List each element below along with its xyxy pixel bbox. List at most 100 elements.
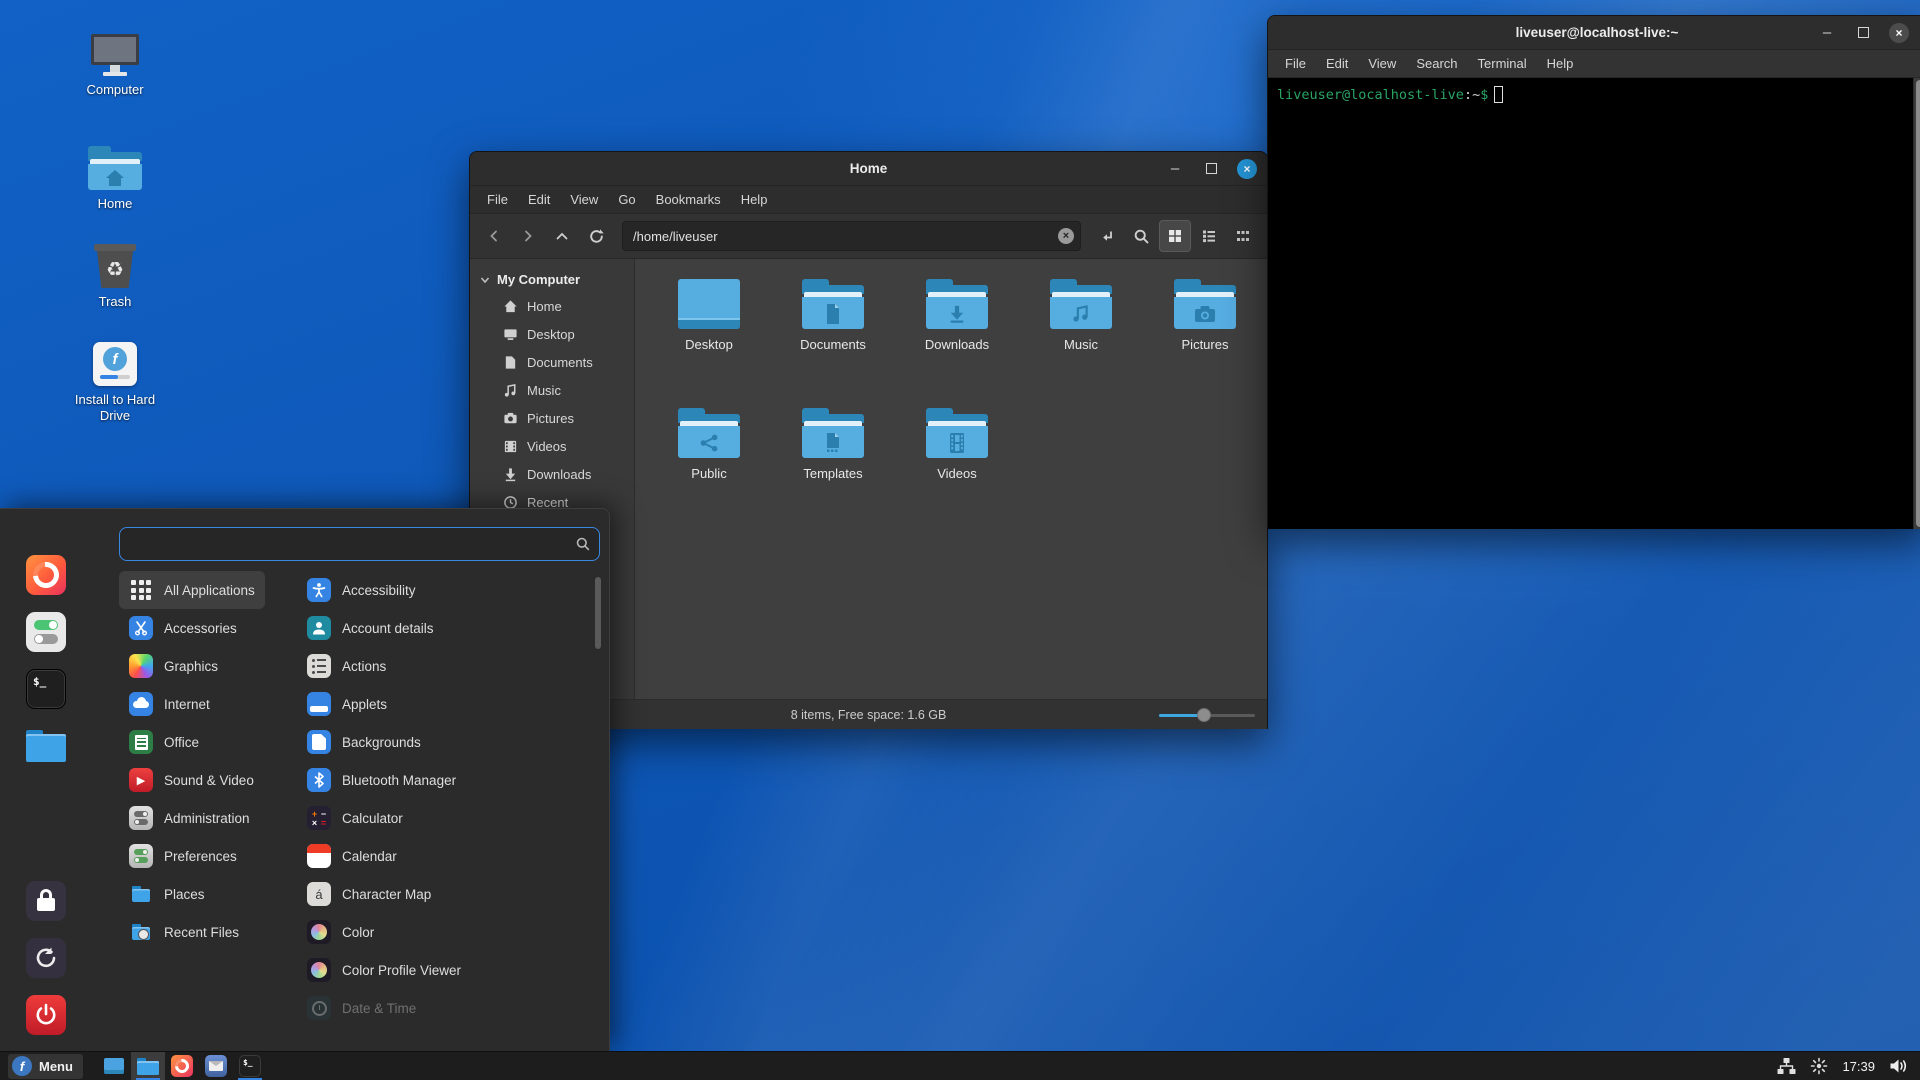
app-accessibility[interactable]: Accessibility [297, 571, 426, 609]
sidebar-item-downloads[interactable]: Downloads [470, 460, 634, 488]
shutdown-icon[interactable] [26, 995, 66, 1035]
menu-button[interactable]: f Menu [8, 1054, 83, 1079]
volume-icon[interactable] [1889, 1057, 1908, 1075]
desktop-icon-computer[interactable]: Computer [67, 34, 163, 98]
menu-help[interactable]: Help [1538, 53, 1583, 74]
search-button[interactable] [1125, 220, 1157, 252]
files-launcher[interactable] [131, 1052, 165, 1080]
grid-view-button[interactable] [1159, 220, 1191, 252]
menu-search-input[interactable] [130, 537, 575, 552]
sidebar-item-documents[interactable]: Documents [470, 348, 634, 376]
close-button[interactable]: × [1237, 159, 1257, 179]
category-internet[interactable]: Internet [119, 685, 220, 723]
app-actions[interactable]: Actions [297, 647, 396, 685]
file-item-videos[interactable]: Videos [895, 402, 1019, 531]
terminal-scrollbar[interactable] [1913, 78, 1920, 529]
clear-path-icon[interactable]: × [1058, 228, 1074, 244]
up-button[interactable] [546, 220, 578, 252]
menu-go[interactable]: Go [609, 189, 644, 210]
minimize-button[interactable]: – [1817, 23, 1837, 43]
terminal-titlebar[interactable]: liveuser@localhost-live:~ – × [1268, 16, 1920, 50]
maximize-button[interactable] [1853, 23, 1873, 43]
network-icon[interactable] [1777, 1057, 1796, 1075]
app-date-time[interactable]: Date & Time [297, 989, 426, 1027]
system-settings-icon[interactable] [26, 612, 66, 652]
app-list-scrollbar[interactable] [595, 577, 601, 649]
firefox-icon[interactable] [26, 555, 66, 595]
desktop-icon-trash[interactable]: ♻ Trash [67, 244, 163, 310]
sidebar-item-videos[interactable]: Videos [470, 432, 634, 460]
terminal-icon[interactable]: $_ [26, 669, 66, 709]
sidebar-item-desktop[interactable]: Desktop [470, 320, 634, 348]
category-recent-files[interactable]: Recent Files [119, 913, 249, 951]
app-applets[interactable]: Applets [297, 685, 397, 723]
file-item-public[interactable]: Public [647, 402, 771, 531]
problem-reporting-icon[interactable] [1810, 1057, 1828, 1075]
menu-search[interactable]: Search [1407, 53, 1466, 74]
terminal-launcher[interactable]: $_ [233, 1052, 267, 1080]
show-desktop-button[interactable] [97, 1052, 131, 1080]
app-color[interactable]: Color [297, 913, 384, 951]
maximize-button[interactable] [1201, 159, 1221, 179]
minimize-button[interactable]: – [1165, 159, 1185, 179]
category-all-applications[interactable]: All Applications [119, 571, 265, 609]
path-bar[interactable]: × [622, 221, 1081, 251]
category-sound-video[interactable]: ▶ Sound & Video [119, 761, 264, 799]
menu-search-box[interactable] [119, 527, 600, 561]
app-backgrounds[interactable]: Backgrounds [297, 723, 431, 761]
file-item-music[interactable]: Music [1019, 273, 1143, 402]
menu-view[interactable]: View [561, 189, 607, 210]
edit-location-button[interactable] [1091, 220, 1123, 252]
file-item-templates[interactable]: Templates [771, 402, 895, 531]
category-graphics[interactable]: Graphics [119, 647, 228, 685]
menu-terminal[interactable]: Terminal [1469, 53, 1536, 74]
menu-edit[interactable]: Edit [1317, 53, 1357, 74]
desktop-icon-install[interactable]: f Install to Hard Drive [67, 342, 163, 425]
app-calendar[interactable]: Calendar [297, 837, 407, 875]
sidebar-item-home[interactable]: Home [470, 292, 634, 320]
desktop-icon-home[interactable]: Home [67, 146, 163, 212]
clock[interactable]: 17:39 [1842, 1059, 1875, 1074]
menu-file[interactable]: File [478, 189, 517, 210]
mail-launcher[interactable] [199, 1052, 233, 1080]
close-button[interactable]: × [1889, 23, 1909, 43]
app-bluetooth-manager[interactable]: Bluetooth Manager [297, 761, 466, 799]
terminal-content[interactable]: liveuser@localhost-live:~$ [1268, 78, 1920, 529]
refresh-button[interactable] [580, 220, 612, 252]
file-item-documents[interactable]: Documents [771, 273, 895, 402]
zoom-slider[interactable] [1159, 707, 1255, 723]
category-administration[interactable]: Administration [119, 799, 260, 837]
compact-view-button[interactable] [1227, 220, 1259, 252]
file-item-pictures[interactable]: Pictures [1143, 273, 1267, 402]
menu-help[interactable]: Help [732, 189, 777, 210]
category-accessories[interactable]: Accessories [119, 609, 247, 647]
app-account-details[interactable]: Account details [297, 609, 444, 647]
app-color-profile-viewer[interactable]: Color Profile Viewer [297, 951, 471, 989]
app-calculator[interactable]: +−×= Calculator [297, 799, 413, 837]
zoom-slider-handle[interactable] [1197, 708, 1211, 722]
category-places[interactable]: Places [119, 875, 215, 913]
menu-file[interactable]: File [1276, 53, 1315, 74]
list-view-button[interactable] [1193, 220, 1225, 252]
forward-button[interactable] [512, 220, 544, 252]
path-input[interactable] [633, 229, 1058, 244]
back-button[interactable] [478, 220, 510, 252]
file-manager-titlebar[interactable]: Home – × [470, 152, 1267, 186]
menu-bookmarks[interactable]: Bookmarks [647, 189, 730, 210]
file-item-downloads[interactable]: Downloads [895, 273, 1019, 402]
lock-screen-icon[interactable] [26, 881, 66, 921]
app-character-map[interactable]: á Character Map [297, 875, 441, 913]
category-office[interactable]: Office [119, 723, 209, 761]
category-preferences[interactable]: Preferences [119, 837, 247, 875]
sidebar-item-music[interactable]: Music [470, 376, 634, 404]
menu-view[interactable]: View [1359, 53, 1405, 74]
files-icon[interactable] [26, 726, 66, 766]
menu-edit[interactable]: Edit [519, 189, 559, 210]
firefox-launcher[interactable] [165, 1052, 199, 1080]
sidebar-section-my-computer[interactable]: My Computer [470, 267, 634, 292]
file-item-desktop[interactable]: Desktop [647, 273, 771, 402]
sidebar-item-pictures[interactable]: Pictures [470, 404, 634, 432]
search-icon [575, 536, 591, 552]
logout-icon[interactable] [26, 938, 66, 978]
file-manager-main[interactable]: Desktop Documents Downloads [635, 259, 1267, 699]
